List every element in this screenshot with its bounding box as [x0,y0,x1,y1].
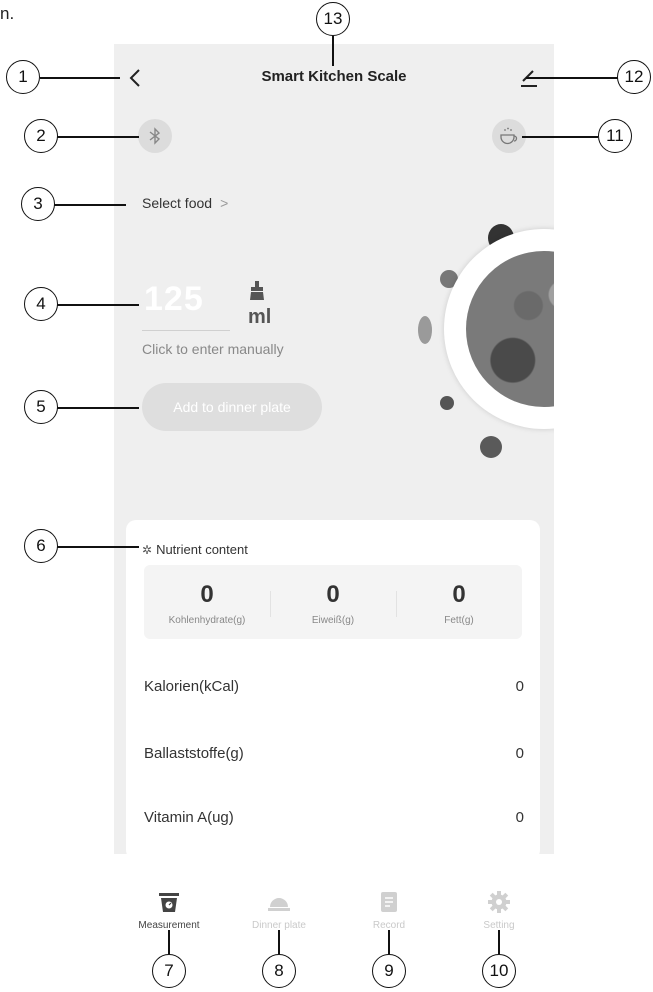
callout-line [332,36,334,66]
callout-line [40,77,120,79]
nutrient-row-value: 0 [515,809,524,826]
callout-10: 10 [482,954,516,988]
vegetable-image [418,316,432,344]
callout-4: 4 [24,287,58,321]
add-to-dinner-plate-button[interactable]: Add to dinner plate [142,383,322,431]
callout-line [57,407,139,409]
mushroom-image [440,396,454,410]
weight-value[interactable]: 125 [144,280,204,319]
select-food-link[interactable]: Select food > [142,195,228,211]
callout-line [57,546,139,548]
callout-2: 2 [24,119,58,153]
nutrient-title-text: Nutrient content [156,542,248,557]
nutrient-icon: ✲ [142,543,153,557]
macro-value: 0 [326,581,340,608]
callout-1: 1 [6,60,40,94]
macro-value: 0 [200,581,214,608]
callout-3: 3 [21,187,55,221]
callout-line [57,136,139,138]
bluetooth-icon [149,127,161,145]
chevron-right-icon: > [220,195,229,211]
callout-7: 7 [152,954,186,988]
cup-icon [500,127,518,145]
macro-value: 0 [452,581,466,608]
callout-line [54,204,126,206]
weight-underline [142,330,230,331]
macro-summary: 0 Kohlenhydrate(g) 0 Eiweiß(g) 0 Fett(g) [144,565,522,639]
macro-carbohydrate: 0 Kohlenhydrate(g) [144,565,270,639]
gear-icon [488,891,510,913]
nutrient-row-label: Kalorien(kCal) [144,678,240,695]
macro-label: Kohlenhydrate(g) [168,615,246,626]
nutrient-row-label: Ballaststoffe(g) [144,745,244,762]
nutrient-row-value: 0 [515,678,524,695]
dinner-plate-icon [268,898,290,911]
callout-6: 6 [24,529,58,563]
callout-11: 11 [598,119,632,153]
callout-line [526,77,620,79]
macro-label: Fett(g) [444,615,474,626]
nutrient-title: ✲ Nutrient content [142,542,248,557]
macro-label: Eiweiß(g) [311,615,355,626]
callout-line [278,930,280,954]
brush-icon[interactable] [248,280,266,302]
corner-text: n. [0,4,15,23]
record-icon [381,892,397,912]
callout-line [522,136,598,138]
callout-line [498,930,500,954]
callout-5: 5 [24,390,58,424]
bottom-tab-bar: Measurement Dinner plate Record Setting [114,854,554,946]
app-screen: Smart Kitchen Scale Select food > 125 ml … [114,44,554,854]
onion-image [480,436,502,458]
select-food-label: Select food [142,195,213,211]
bluetooth-button[interactable] [138,119,172,153]
unit-label: ml [248,306,272,328]
callout-line [388,930,390,954]
callout-9: 9 [372,954,406,988]
manual-entry-hint[interactable]: Click to enter manually [142,341,284,357]
callout-13: 13 [316,2,350,36]
nutrient-row-label: Vitamin A(ug) [144,809,234,826]
callout-line [57,304,139,306]
macro-fat: 0 Fett(g) [396,565,522,639]
macro-protein: 0 Eiweiß(g) [270,565,396,639]
callout-line [168,930,170,954]
nutrient-row-value: 0 [515,745,524,762]
page-title: Smart Kitchen Scale [261,68,407,85]
callout-12: 12 [617,60,651,94]
cup-button[interactable] [492,119,526,153]
scale-icon [159,893,179,912]
callout-8: 8 [262,954,296,988]
